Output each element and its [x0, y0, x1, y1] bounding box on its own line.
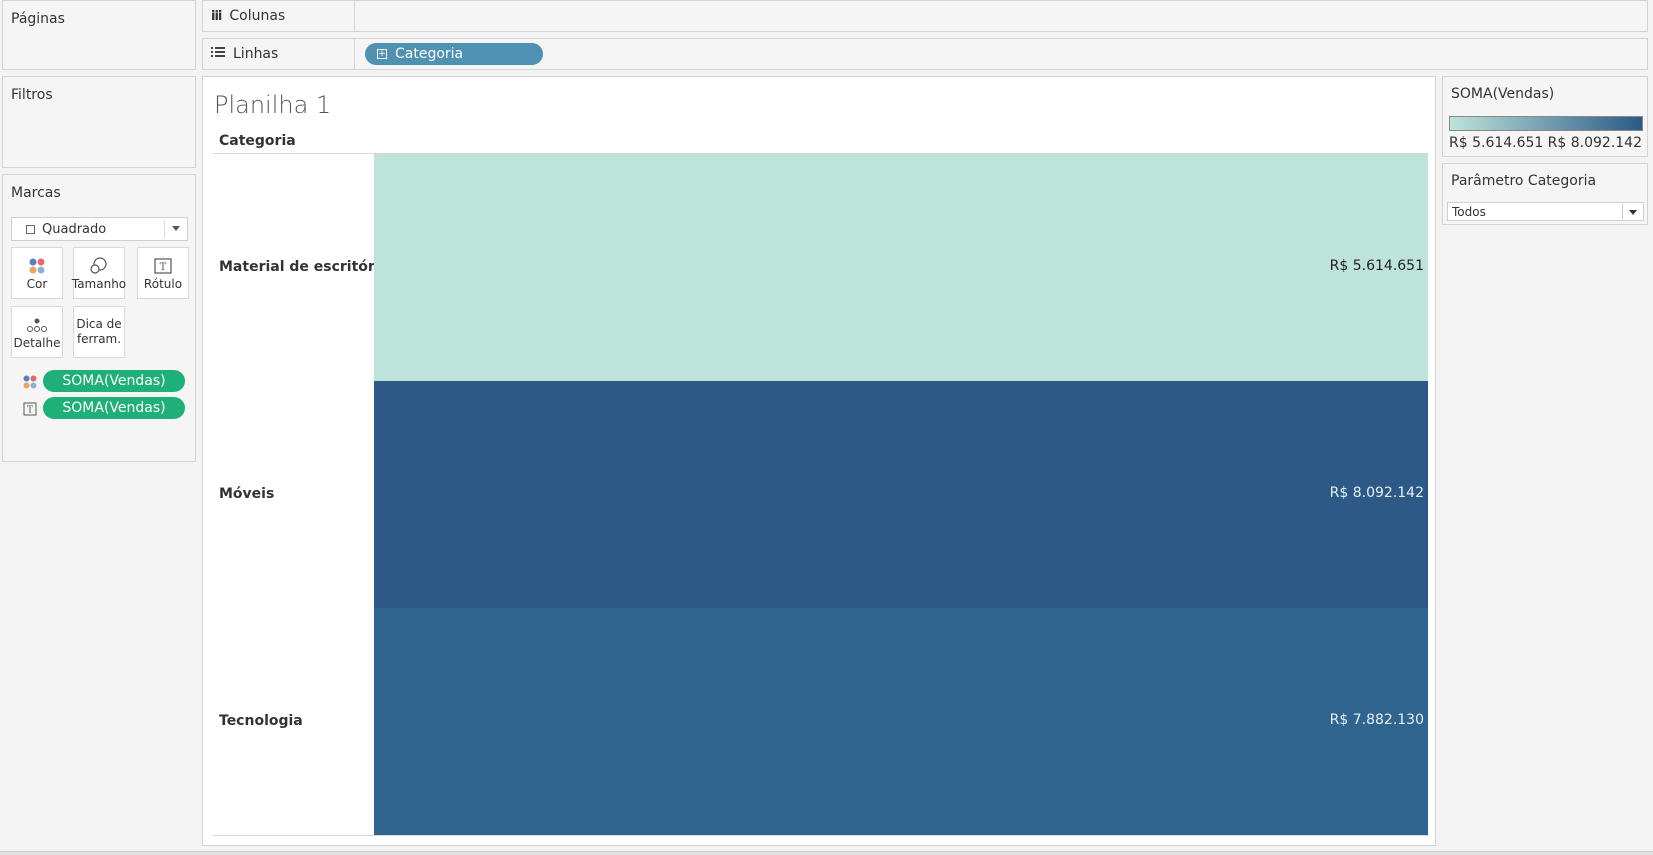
svg-text:T: T — [27, 406, 33, 416]
expand-icon[interactable]: + — [377, 49, 387, 59]
tooltip-button[interactable]: Dica de ferram. — [73, 306, 125, 358]
color-pill-row: SOMA(Vendas) — [11, 370, 191, 392]
columns-icon: iii — [211, 8, 222, 24]
marks-panel: Marcas Quadrado Cor Tamanho T Rótulo Det… — [2, 174, 196, 462]
sheet-title: Planilha 1 — [214, 91, 332, 119]
detail-icon — [27, 314, 47, 336]
size-icon — [89, 255, 109, 277]
detail-button[interactable]: Detalhe — [11, 306, 63, 358]
legend-max: R$ 8.092.142 — [1547, 135, 1642, 151]
tooltip-button-label: Dica de ferram. — [76, 317, 122, 346]
color-legend[interactable]: SOMA(Vendas) R$ 5.614.651 R$ 8.092.142 — [1442, 76, 1648, 157]
label-field-icon: T — [23, 401, 37, 420]
legend-min: R$ 5.614.651 — [1449, 135, 1544, 151]
filters-panel[interactable]: Filtros — [2, 76, 196, 168]
chevron-down-icon[interactable] — [1629, 210, 1637, 215]
parameter-value: Todos — [1452, 204, 1486, 219]
columns-label: Colunas — [229, 8, 286, 24]
pages-panel[interactable]: Páginas — [2, 0, 196, 70]
square-icon — [26, 224, 35, 234]
worksheet-view: Planilha 1 Categoria Material de escritó… — [202, 76, 1436, 846]
bottom-divider — [213, 835, 1429, 836]
table-cell-tecnologia[interactable]: R$ 7.882.130 — [374, 608, 1428, 835]
label-button-label: Rótulo — [143, 276, 183, 291]
bottom-tab-strip — [0, 851, 1653, 855]
dropdown-divider — [164, 220, 165, 238]
legend-gradient — [1449, 116, 1643, 131]
pages-title: Páginas — [11, 11, 65, 27]
detail-button-label: Detalhe — [13, 335, 61, 350]
categoria-pill[interactable]: + Categoria — [365, 43, 543, 65]
cell-value-material: R$ 5.614.651 — [1329, 258, 1424, 274]
row-label-material[interactable]: Material de escritório — [219, 259, 389, 275]
label-pill-row: T SOMA(Vendas) — [11, 397, 191, 419]
row-label-moveis[interactable]: Móveis — [219, 486, 274, 502]
row-label-tecnologia[interactable]: Tecnologia — [219, 713, 303, 729]
parameter-title: Parâmetro Categoria — [1451, 173, 1597, 189]
size-button[interactable]: Tamanho — [71, 247, 127, 299]
rows-icon — [211, 46, 225, 62]
color-button-label: Cor — [26, 276, 48, 291]
size-button-label: Tamanho — [71, 276, 127, 291]
mark-type-dropdown[interactable]: Quadrado — [11, 217, 188, 241]
parameter-dropdown[interactable]: Todos — [1447, 202, 1644, 221]
columns-shelf[interactable]: iii Colunas — [202, 0, 1648, 32]
table-cell-material[interactable]: R$ 5.614.651 — [374, 154, 1428, 381]
label-field-pill[interactable]: SOMA(Vendas) — [43, 397, 185, 419]
columns-shelf-label: iii Colunas — [203, 1, 355, 31]
legend-title: SOMA(Vendas) — [1451, 86, 1555, 102]
label-button[interactable]: T Rótulo — [137, 247, 189, 299]
svg-text:T: T — [160, 262, 167, 273]
chevron-down-icon[interactable] — [172, 226, 180, 231]
filters-title: Filtros — [11, 87, 53, 103]
cell-value-moveis: R$ 8.092.142 — [1329, 485, 1424, 501]
rows-shelf[interactable]: Linhas + Categoria — [202, 38, 1648, 70]
color-field-icon — [23, 374, 37, 393]
parameter-panel: Parâmetro Categoria Todos — [1442, 163, 1648, 225]
mark-type-value: Quadrado — [42, 221, 107, 237]
table-cell-moveis[interactable]: R$ 8.092.142 — [374, 381, 1428, 608]
rows-shelf-label: Linhas — [203, 39, 355, 69]
text-label-icon: T — [154, 255, 172, 277]
color-button[interactable]: Cor — [11, 247, 63, 299]
rows-label: Linhas — [233, 46, 279, 62]
marks-title: Marcas — [11, 185, 61, 201]
cell-value-tecnologia: R$ 7.882.130 — [1329, 712, 1424, 728]
dropdown-divider — [1622, 204, 1623, 219]
categoria-pill-label: Categoria — [395, 46, 464, 62]
color-field-pill[interactable]: SOMA(Vendas) — [43, 370, 185, 392]
column-header: Categoria — [219, 133, 296, 149]
color-icon — [28, 255, 46, 277]
